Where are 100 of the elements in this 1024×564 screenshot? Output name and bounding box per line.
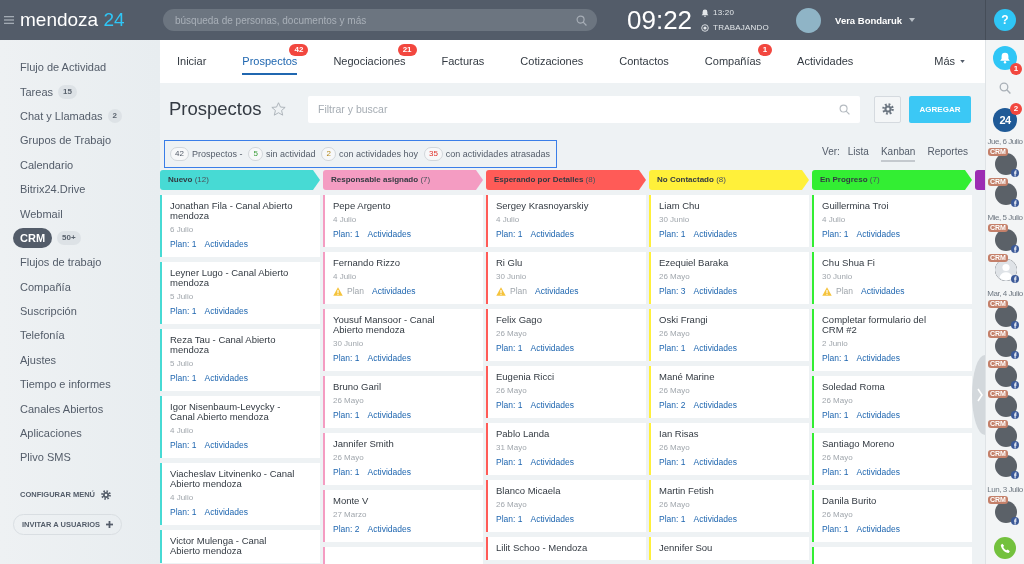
lead-name[interactable]: Martin Fetish <box>659 486 714 496</box>
activities-link[interactable]: Actividades <box>693 514 737 525</box>
lead-card[interactable]: Reza Tau - Canal Abierto mendoza 5 Julio Plan: 1 Actividades <box>160 329 320 391</box>
activities-link[interactable]: Actividades <box>367 229 411 240</box>
nav-tab[interactable]: Contactos <box>619 48 669 75</box>
nav-tab[interactable]: Iniciar <box>177 48 207 75</box>
sidebar-item[interactable]: Bitrix24.Drive <box>20 182 86 197</box>
activities-link[interactable]: Actividades <box>372 286 416 297</box>
sidebar-item[interactable]: Plivo SMS <box>20 450 71 465</box>
caret-icon[interactable] <box>909 18 916 22</box>
lead-name[interactable]: Mané Marine <box>659 372 715 382</box>
menu-icon[interactable] <box>4 16 14 24</box>
activities-link[interactable]: Actividades <box>530 343 574 354</box>
lead-card[interactable]: Blanco Micaela 26 Mayo Plan: 1 Actividades <box>486 480 646 532</box>
lead-name[interactable]: Soledad Roma <box>822 382 885 392</box>
sidebar-item[interactable]: Compañía <box>20 279 71 294</box>
notifications-button[interactable] <box>993 46 1017 70</box>
lead-card[interactable]: Oski Frangi 26 Mayo Plan: 1 Actividades <box>649 309 809 361</box>
lead-card[interactable]: Yousuf Mansoor - Canal Abierto mendoza 30 Junio Plan: 1 Actividades <box>323 309 483 371</box>
lead-name[interactable]: Felix Gago <box>496 315 542 325</box>
activities-link[interactable]: Actividades <box>693 400 737 411</box>
lead-card[interactable]: Pablo Landa 31 Mayo Plan: 1 Actividades <box>486 423 646 475</box>
lead-card[interactable]: Ian Risas 26 Mayo Plan: 1 Actividades <box>649 423 809 475</box>
activities-link[interactable]: Actividades <box>856 229 900 240</box>
lead-card[interactable]: Martin Fetish 26 Mayo Plan: 1 Actividades <box>649 480 809 532</box>
lead-card[interactable]: Sergey Krasnoyarskiy 4 Julio Plan: 1 Actividades <box>486 195 646 247</box>
logo[interactable]: mendoza 24 <box>20 9 125 31</box>
activities-link[interactable]: Actividades <box>856 410 900 421</box>
lead-name[interactable]: Bruno Garil <box>333 382 382 392</box>
nav-tab[interactable]: Cotizaciones <box>520 48 584 75</box>
plan-link[interactable]: Plan: 1 <box>170 507 197 518</box>
activities-link[interactable]: Actividades <box>530 514 574 525</box>
plan-link[interactable]: Plan: 1 <box>333 467 360 478</box>
lead-card[interactable]: Ezequiel Baraka 26 Mayo Plan: 3 Actividades <box>649 252 809 304</box>
activities-link[interactable]: Actividades <box>530 457 574 468</box>
lead-name[interactable]: Igor Nisenbaum-Levycky - Canal Abierto mendoza <box>170 402 298 422</box>
lead-card[interactable]: Lilit Schoo - Mendoza <box>486 537 646 560</box>
lead-name[interactable]: Completar formulario del CRM #2 <box>822 315 950 335</box>
lead-card[interactable]: Ri Glu 30 Junio Plan Actividades <box>486 252 646 304</box>
activities-link[interactable]: Actividades <box>204 507 248 518</box>
lead-card[interactable]: Fernando Rizzo 4 Julio Plan Actividades <box>323 252 483 304</box>
lead-name[interactable]: Ri Glu <box>496 258 523 268</box>
lead-name[interactable]: Jannifer Smith <box>333 439 394 449</box>
sidebar-item[interactable]: Flujo de Actividad <box>20 60 107 75</box>
settings-button[interactable] <box>874 95 901 123</box>
plan-link[interactable]: Plan: 1 <box>822 353 849 364</box>
activities-link[interactable]: Actividades <box>204 440 248 451</box>
plan-link[interactable]: Plan: 1 <box>822 410 849 421</box>
lead-name[interactable]: Fernando Rizzo <box>333 258 401 268</box>
lead-card[interactable]: Chu Shua Fi 30 Junio Plan Actividades <box>812 252 972 304</box>
activities-link[interactable]: Actividades <box>367 410 411 421</box>
view-tab[interactable]: Kanban <box>880 143 916 162</box>
lead-name[interactable]: Liam Chu <box>659 201 700 211</box>
lead-name[interactable]: Leyner Lugo - Canal Abierto mendoza <box>170 268 298 288</box>
sidebar-item[interactable]: Aplicaciones <box>20 426 82 441</box>
activities-link[interactable]: Actividades <box>367 467 411 478</box>
lead-name[interactable]: Guillermina Troi <box>822 201 889 211</box>
sidebar-item[interactable]: Grupos de Trabajo <box>20 133 112 148</box>
activities-link[interactable]: Actividades <box>530 229 574 240</box>
lead-name[interactable]: Chu Shua Fi <box>822 258 875 268</box>
lead-card[interactable]: Jannifer Smith 26 Mayo Plan: 1 Actividades <box>323 433 483 485</box>
avatar-placeholder[interactable] <box>796 7 822 33</box>
count-badge[interactable]: 35 <box>423 147 443 161</box>
sidebar-item[interactable]: Ajustes <box>20 352 57 367</box>
lead-name[interactable]: Santiago Moreno <box>822 439 895 449</box>
more-tab[interactable]: Más <box>934 48 965 75</box>
summary-label[interactable]: Prospectos - <box>191 149 243 159</box>
lead-card[interactable]: Bruno Garil 26 Mayo Plan: 1 Actividades <box>323 376 483 428</box>
lead-name[interactable]: Reza Tau - Canal Abierto mendoza <box>170 335 298 355</box>
activities-link[interactable]: Actividades <box>693 343 737 354</box>
lead-name[interactable]: Yousuf Mansoor - Canal Abierto mendoza <box>333 315 461 335</box>
activities-link[interactable]: Actividades <box>204 239 248 250</box>
plan-link[interactable]: Plan: 1 <box>659 343 686 354</box>
lead-card[interactable]: Soledad Roma 26 Mayo Plan: 1 Actividades <box>812 376 972 428</box>
sidebar-item[interactable]: Canales Abiertos <box>20 401 104 416</box>
summary-label[interactable]: con actividades atrasadas <box>445 149 550 159</box>
lead-name[interactable]: Lilit Schoo - Mendoza <box>496 543 588 553</box>
plan-link[interactable]: Plan: 1 <box>659 514 686 525</box>
count-badge[interactable]: 5 <box>248 147 263 161</box>
summary-label[interactable]: con actividades hoy <box>338 149 418 159</box>
lead-card[interactable]: Jonathan Fila - Canal Abierto mendoza 6 Julio Plan: 1 Actividades <box>160 195 320 257</box>
activities-link[interactable]: Actividades <box>856 467 900 478</box>
lead-name[interactable]: Monte V <box>333 496 369 506</box>
plan-link[interactable]: Plan: 1 <box>170 306 197 317</box>
lead-card[interactable]: Felix Gago 26 Mayo Plan: 1 Actividades <box>486 309 646 361</box>
lead-card[interactable]: Viacheslav Litvinenko - Canal Abierto mendoza 4 Julio Plan: 1 Actividades <box>160 463 320 525</box>
lead-card[interactable]: Jennifer Sou <box>649 537 809 560</box>
sidebar-item[interactable]: Suscripción <box>20 304 77 319</box>
sidebar-item[interactable]: CRM <box>13 227 53 248</box>
plan-link[interactable]: Plan: 1 <box>822 467 849 478</box>
lead-name[interactable]: Pepe Argento <box>333 201 391 211</box>
lead-card[interactable]: Monte V 27 Marzo Plan: 2 Actividades <box>323 490 483 542</box>
sidebar-item[interactable]: Tiempo e informes <box>20 377 111 392</box>
lead-card[interactable]: Guillermina Troi 4 Julio Plan: 1 Actividades <box>812 195 972 247</box>
plan-link[interactable]: Plan: 1 <box>822 524 849 535</box>
plan-link[interactable]: Plan: 1 <box>333 410 360 421</box>
lead-card[interactable]: Pepe Argento 4 Julio Plan: 1 Actividades <box>323 195 483 247</box>
activities-link[interactable]: Actividades <box>367 524 411 535</box>
lead-name[interactable]: Danila Burito <box>822 496 877 506</box>
activities-link[interactable]: Actividades <box>856 353 900 364</box>
